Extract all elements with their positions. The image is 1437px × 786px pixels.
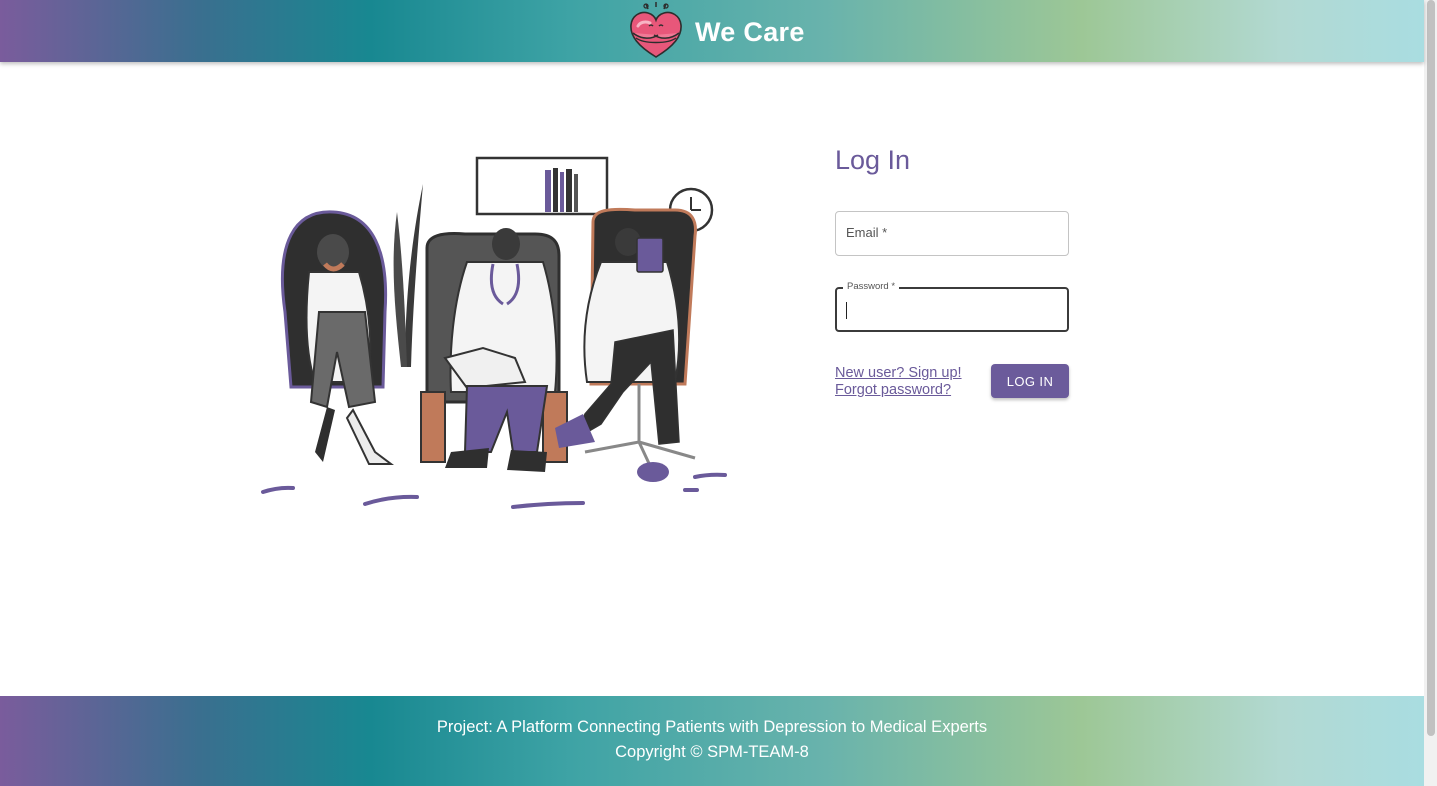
password-input[interactable] [837, 289, 1067, 330]
app-header: We Care [0, 0, 1424, 62]
auth-links: New user? Sign up! Forgot password? [835, 365, 962, 399]
app-name: We Care [695, 16, 805, 47]
heart-hug-icon [630, 2, 682, 58]
footer-copyright: Copyright © SPM-TEAM-8 [615, 743, 809, 761]
signup-link[interactable]: New user? Sign up! [835, 365, 962, 382]
page-scrollbar[interactable] [1424, 0, 1437, 786]
login-button[interactable]: LOG IN [991, 364, 1069, 398]
email-field[interactable]: Email * [835, 211, 1069, 256]
scrollbar-thumb[interactable] [1427, 0, 1435, 736]
brand[interactable]: We Care [628, 2, 805, 60]
forgot-password-link[interactable]: Forgot password? [835, 382, 962, 399]
email-input[interactable] [836, 212, 1068, 255]
text-caret [846, 302, 847, 319]
password-field[interactable]: Password * [835, 281, 1069, 332]
page: We Care Log In Email * Password * New us… [0, 0, 1424, 786]
waiting-room-illustration [261, 156, 727, 509]
login-title: Log In [835, 145, 911, 175]
app-footer: Project: A Platform Connecting Patients … [0, 696, 1424, 786]
footer-project-text: Project: A Platform Connecting Patients … [436, 718, 988, 736]
